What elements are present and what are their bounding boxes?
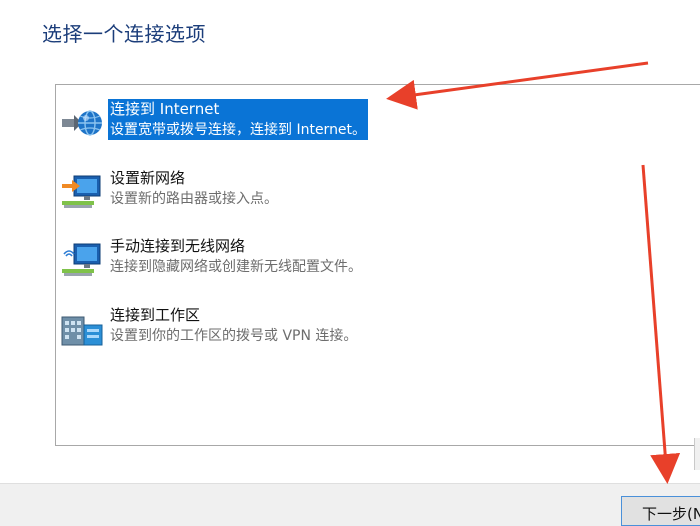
option-connect-internet[interactable]: 连接到 Internet 设置宽带或拨号连接，连接到 Internet。: [60, 99, 660, 147]
new-network-icon: [62, 175, 101, 208]
connection-options-list[interactable]: 连接到 Internet 设置宽带或拨号连接，连接到 Internet。 设置新…: [55, 84, 700, 446]
option-title: 连接到 Internet: [108, 99, 369, 120]
wireless-network-icon: [62, 243, 101, 276]
option-description: 设置到你的工作区的拨号或 VPN 连接。: [110, 328, 358, 344]
wizard-footer: [0, 483, 700, 526]
option-title: 连接到工作区: [110, 306, 201, 324]
option-description: 设置宽带或拨号连接，连接到 Internet。: [108, 120, 369, 140]
option-description: 设置新的路由器或接入点。: [110, 191, 278, 207]
option-setup-new-network[interactable]: 设置新网络 设置新的路由器或接入点。: [60, 168, 660, 216]
globe-network-icon: [62, 110, 102, 136]
option-manual-wireless[interactable]: 手动连接到无线网络 连接到隐藏网络或创建新无线配置文件。: [60, 236, 660, 284]
page-title: 选择一个连接选项: [42, 22, 206, 46]
option-title: 手动连接到无线网络: [110, 237, 246, 255]
workplace-icon: [61, 316, 103, 346]
option-title: 设置新网络: [110, 169, 186, 187]
option-connect-workplace[interactable]: 连接到工作区 设置到你的工作区的拨号或 VPN 连接。: [60, 305, 660, 353]
option-description: 连接到隐藏网络或创建新无线配置文件。: [110, 259, 362, 275]
scrollbar-nub[interactable]: [694, 438, 700, 470]
next-button[interactable]: 下一步(N): [621, 496, 700, 526]
